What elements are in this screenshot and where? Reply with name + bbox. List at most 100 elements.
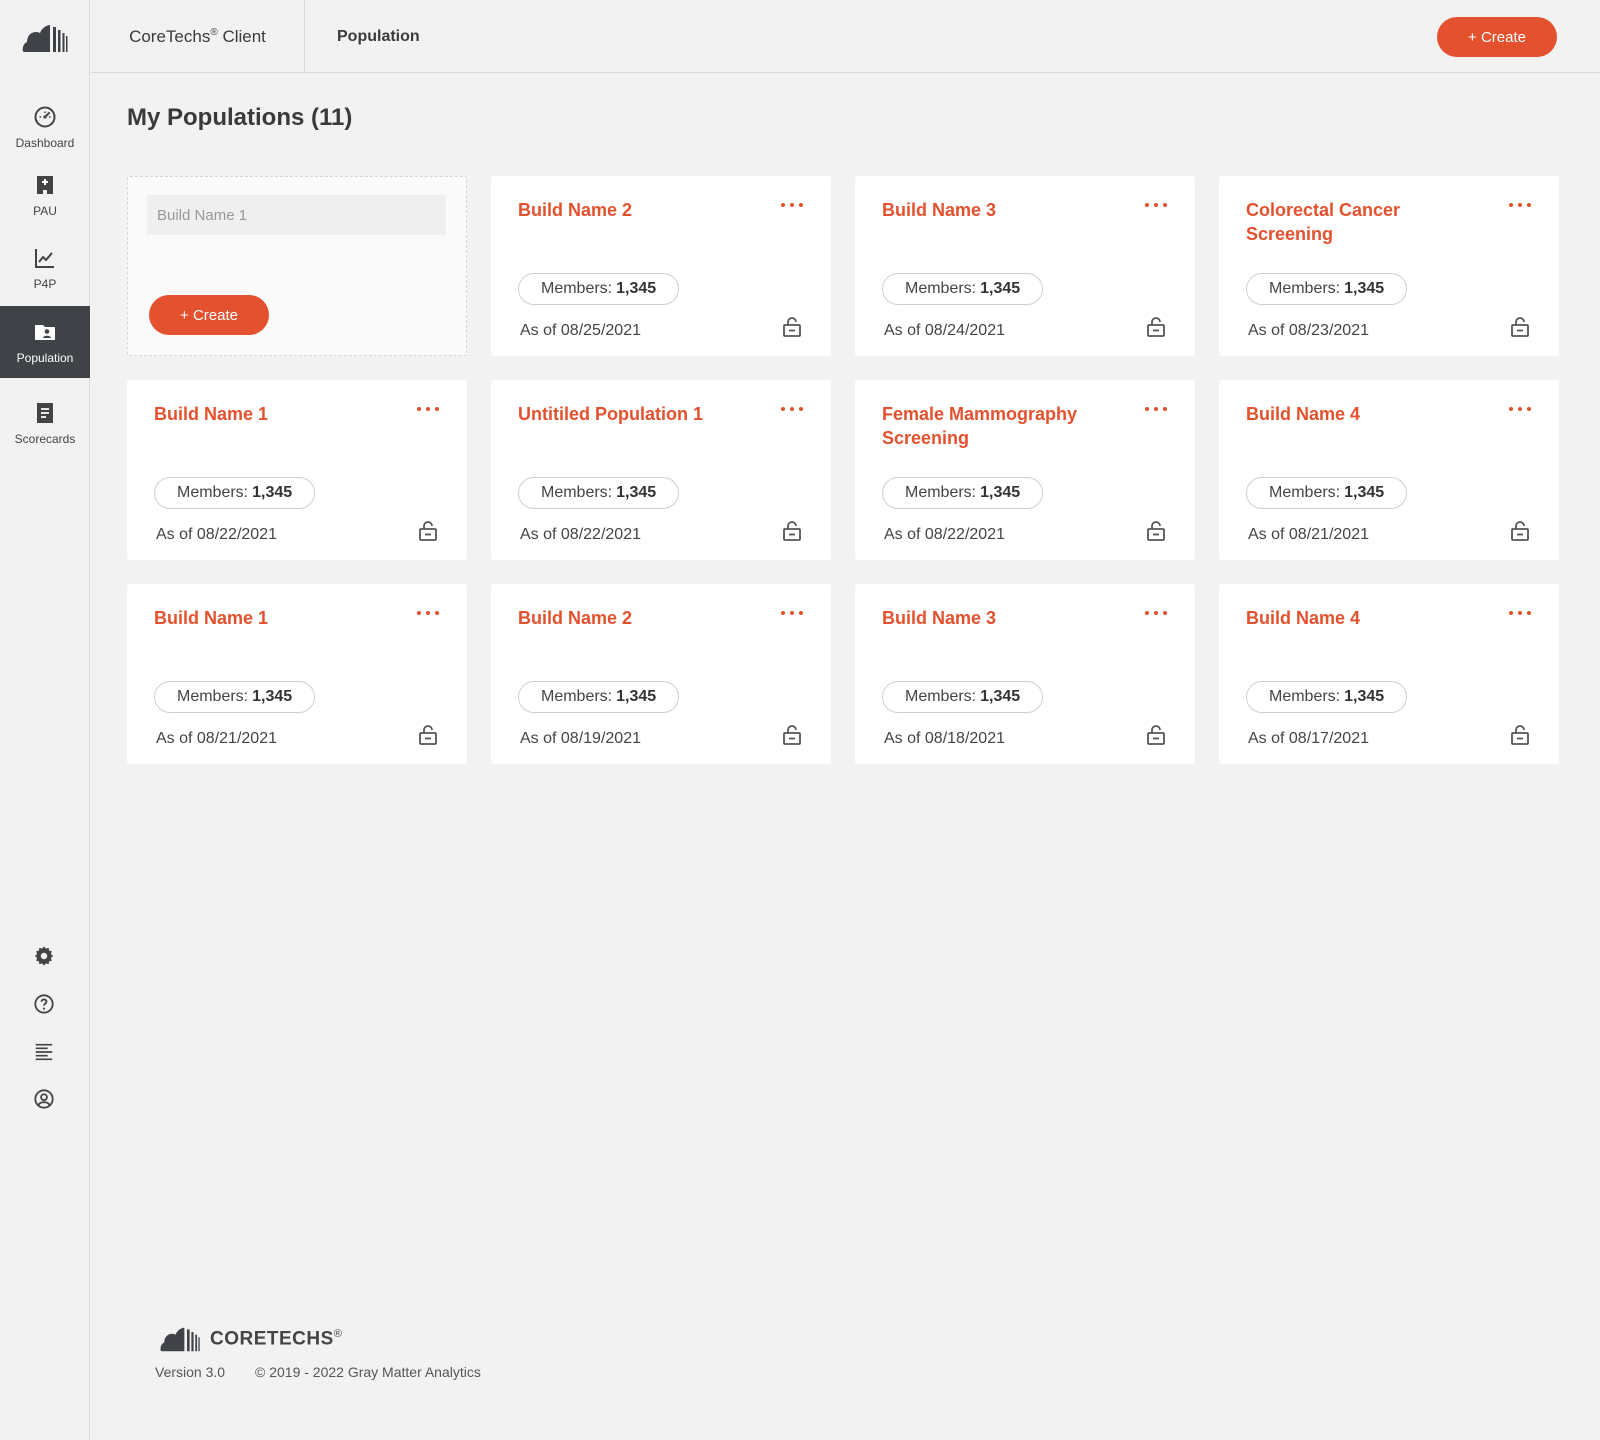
population-title[interactable]: Build Name 4 bbox=[1246, 402, 1486, 426]
population-title[interactable]: Build Name 2 bbox=[518, 606, 758, 630]
as-of-date: As of 08/22/2021 bbox=[156, 526, 277, 543]
registered-mark: ® bbox=[210, 27, 218, 38]
unlock-icon[interactable] bbox=[1146, 316, 1166, 338]
population-title[interactable]: Build Name 1 bbox=[154, 402, 394, 426]
help-icon bbox=[34, 994, 54, 1014]
members-label: Members: bbox=[541, 484, 613, 501]
more-options-icon[interactable] bbox=[1145, 402, 1167, 416]
more-options-icon[interactable] bbox=[1509, 198, 1531, 212]
unlock-icon[interactable] bbox=[1510, 724, 1530, 746]
population-card[interactable]: Build Name 4 Members: 1,345 As of 08/17/202… bbox=[1219, 584, 1559, 764]
header-create-button[interactable]: + Create bbox=[1437, 17, 1557, 57]
population-card[interactable]: Untitiled Population 1 Members: 1,345 As of… bbox=[491, 380, 831, 560]
more-options-icon[interactable] bbox=[781, 606, 803, 620]
unlock-icon[interactable] bbox=[782, 724, 802, 746]
more-options-icon[interactable] bbox=[781, 198, 803, 212]
population-title[interactable]: Build Name 1 bbox=[154, 606, 394, 630]
app-name-suffix: Client bbox=[217, 26, 266, 46]
sidebar-item-p4p[interactable]: P4P bbox=[0, 233, 90, 303]
population-card[interactable]: Female Mammography Screening Members: 1,34… bbox=[855, 380, 1195, 560]
more-options-icon[interactable] bbox=[1145, 606, 1167, 620]
as-of-date: As of 08/23/2021 bbox=[1248, 322, 1369, 339]
release-notes-button[interactable] bbox=[30, 1038, 58, 1066]
members-badge: Members: 1,345 bbox=[154, 477, 316, 509]
members-count: 1,345 bbox=[1344, 280, 1385, 297]
sidebar-item-scorecards[interactable]: Scorecards bbox=[0, 383, 90, 463]
footer-brand: CORETECHS® bbox=[210, 1328, 342, 1350]
members-count: 1,345 bbox=[980, 688, 1021, 705]
more-options-icon[interactable] bbox=[1509, 402, 1531, 416]
help-button[interactable] bbox=[30, 990, 58, 1018]
population-card[interactable]: Build Name 1 Members: 1,345 As of 08/21/202… bbox=[127, 584, 467, 764]
population-card[interactable]: Build Name 2 Members: 1,345 As of 08/19/202… bbox=[491, 584, 831, 764]
population-card[interactable]: Build Name 3 Members: 1,345 As of 08/18/202… bbox=[855, 584, 1195, 764]
more-options-icon[interactable] bbox=[781, 402, 803, 416]
members-badge: Members: 1,345 bbox=[1246, 273, 1408, 305]
population-card[interactable]: Colorectal Cancer Screening Members: 1,345… bbox=[1219, 176, 1559, 356]
more-options-icon[interactable] bbox=[417, 606, 439, 620]
members-badge: Members: 1,345 bbox=[1246, 681, 1408, 713]
population-card[interactable]: Build Name 3 Members: 1,345 As of 08/24/202… bbox=[855, 176, 1195, 356]
sidebar: Dashboard PAU P4P Population Scorecards bbox=[0, 0, 90, 1440]
sidebar-item-population[interactable]: Population bbox=[0, 306, 90, 378]
unlock-icon[interactable] bbox=[1146, 724, 1166, 746]
as-of-date: As of 08/18/2021 bbox=[884, 730, 1005, 747]
population-title[interactable]: Build Name 3 bbox=[882, 606, 1122, 630]
as-of-date: As of 08/21/2021 bbox=[1248, 526, 1369, 543]
as-of-date: As of 08/22/2021 bbox=[520, 526, 641, 543]
members-badge: Members: 1,345 bbox=[882, 273, 1044, 305]
more-options-icon[interactable] bbox=[1145, 198, 1167, 212]
members-badge: Members: 1,345 bbox=[518, 681, 680, 713]
members-count: 1,345 bbox=[616, 484, 657, 501]
population-card[interactable]: Build Name 4 Members: 1,345 As of 08/21/202… bbox=[1219, 380, 1559, 560]
members-count: 1,345 bbox=[252, 484, 293, 501]
population-title[interactable]: Colorectal Cancer Screening bbox=[1246, 198, 1486, 246]
sidebar-item-pau[interactable]: PAU bbox=[0, 160, 90, 230]
sidebar-item-dashboard[interactable]: Dashboard bbox=[0, 92, 90, 162]
gear-icon bbox=[34, 946, 54, 966]
unlock-icon[interactable] bbox=[782, 316, 802, 338]
members-badge: Members: 1,345 bbox=[882, 477, 1044, 509]
more-options-icon[interactable] bbox=[1509, 606, 1531, 620]
members-count: 1,345 bbox=[980, 484, 1021, 501]
unlock-icon[interactable] bbox=[418, 520, 438, 542]
build-name-input[interactable] bbox=[147, 195, 446, 235]
card-create-button[interactable]: + Create bbox=[149, 295, 269, 335]
population-title[interactable]: Build Name 4 bbox=[1246, 606, 1486, 630]
settings-button[interactable] bbox=[30, 942, 58, 970]
as-of-date: As of 08/24/2021 bbox=[884, 322, 1005, 339]
population-title[interactable]: Build Name 3 bbox=[882, 198, 1122, 222]
coretechs-logo-icon[interactable] bbox=[22, 22, 68, 54]
population-title[interactable]: Female Mammography Screening bbox=[882, 402, 1122, 450]
unlock-icon[interactable] bbox=[1510, 316, 1530, 338]
population-title[interactable]: Untitiled Population 1 bbox=[518, 402, 758, 426]
members-count: 1,345 bbox=[980, 280, 1021, 297]
sidebar-item-label: Scorecards bbox=[14, 431, 76, 446]
as-of-date: As of 08/25/2021 bbox=[520, 322, 641, 339]
members-label: Members: bbox=[1269, 280, 1341, 297]
coretechs-logo-icon bbox=[160, 1327, 200, 1352]
unlock-icon[interactable] bbox=[1146, 520, 1166, 542]
footer-logo: CORETECHS® bbox=[158, 1325, 342, 1353]
document-icon bbox=[37, 402, 53, 423]
profile-button[interactable] bbox=[30, 1085, 58, 1113]
members-label: Members: bbox=[541, 280, 613, 297]
registered-mark: ® bbox=[333, 1327, 343, 1340]
breadcrumb: Population bbox=[337, 27, 420, 45]
unlock-icon[interactable] bbox=[782, 520, 802, 542]
building-icon bbox=[37, 175, 53, 194]
unlock-icon[interactable] bbox=[1510, 520, 1530, 542]
population-title[interactable]: Build Name 2 bbox=[518, 198, 758, 222]
more-options-icon[interactable] bbox=[417, 402, 439, 416]
footer-brand-text: CORETECHS bbox=[210, 1328, 334, 1350]
gauge-icon bbox=[34, 106, 56, 127]
chart-line-icon bbox=[35, 248, 54, 268]
members-label: Members: bbox=[177, 484, 249, 501]
members-count: 1,345 bbox=[252, 688, 293, 705]
footer-version: Version 3.0 bbox=[155, 1364, 226, 1380]
population-card[interactable]: Build Name 2 Members: 1,345 As of 08/25/202… bbox=[491, 176, 831, 356]
population-card[interactable]: Build Name 1 Members: 1,345 As of 08/22/202… bbox=[127, 380, 467, 560]
app-name: CoreTechs ® Client bbox=[91, 0, 305, 73]
user-circle-icon bbox=[34, 1089, 54, 1109]
unlock-icon[interactable] bbox=[418, 724, 438, 746]
